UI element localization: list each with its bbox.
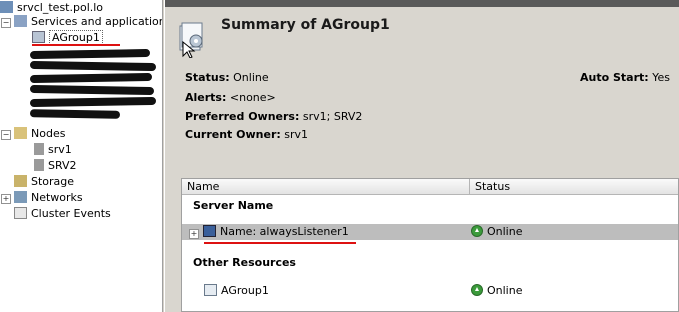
annotation-underline-resource	[204, 242, 356, 244]
preferred-owners-value: srv1; SRV2	[302, 110, 363, 123]
server-row-name: Name: alwaysListener1	[220, 225, 349, 238]
column-header-status[interactable]: Status	[470, 179, 678, 195]
group-summary-icon	[179, 22, 203, 58]
other-row-status-label: Online	[487, 284, 523, 297]
tree-item-node-label: SRV2	[48, 159, 77, 172]
tree-item-nodes-label: Nodes	[31, 127, 66, 140]
tree-item-events-label: Cluster Events	[31, 207, 111, 220]
server-icon	[34, 143, 44, 155]
section-server-name: Server Name	[193, 199, 274, 212]
online-up-arrow-icon	[471, 284, 483, 296]
events-icon	[14, 207, 27, 219]
page-title: Summary of AGroup1	[221, 17, 390, 33]
redacted-item	[29, 72, 153, 84]
resource-icon	[204, 284, 217, 296]
cluster-icon	[0, 1, 13, 13]
server-icon	[34, 159, 44, 171]
current-owner-value: srv1	[284, 128, 309, 141]
status-value: Online	[233, 71, 269, 84]
other-row-status: Online	[471, 283, 522, 299]
resources-grid: Name Status Server Name + Name: alwaysLis…	[181, 178, 679, 312]
preferred-owners-property: Preferred Owners: srv1; SRV2	[185, 110, 362, 123]
group-icon	[32, 31, 45, 43]
redacted-item	[29, 109, 121, 119]
tree-item-services-label: Services and applications	[31, 15, 162, 28]
navigation-tree: srvcl_test.pol.lo − Services and applica…	[0, 0, 162, 312]
storage-icon	[14, 175, 27, 187]
tree-item-node-label: srv1	[48, 143, 72, 156]
networks-icon	[14, 191, 27, 203]
tree-item-node[interactable]: srv1	[34, 142, 72, 158]
alerts-property: Alerts: <none>	[185, 91, 276, 104]
alerts-value[interactable]: <none>	[230, 91, 276, 104]
redacted-item	[29, 96, 157, 108]
tree-item-agroup1-label: AGroup1	[49, 30, 103, 45]
server-row-status-label: Online	[487, 225, 523, 238]
network-name-icon	[203, 225, 216, 237]
redacted-item	[29, 84, 155, 96]
current-owner-property: Current Owner: srv1	[185, 128, 308, 141]
alerts-key: Alerts:	[185, 91, 227, 104]
column-header-name[interactable]: Name	[182, 179, 470, 195]
tree-item-cluster-label: srvcl_test.pol.lo	[17, 1, 104, 14]
section-other-resources: Other Resources	[193, 256, 296, 269]
tree-item-networks-label: Networks	[31, 191, 83, 204]
online-up-arrow-icon	[471, 225, 483, 237]
table-row[interactable]: AGroup1	[204, 283, 269, 299]
pane-title-strip	[165, 0, 679, 7]
tree-item-node[interactable]: SRV2	[34, 158, 77, 174]
expand-services-icon[interactable]: −	[1, 18, 11, 28]
other-row-name: AGroup1	[221, 284, 269, 297]
tree-item-events[interactable]: Cluster Events	[14, 206, 111, 222]
redacted-item	[29, 60, 157, 72]
redacted-item	[29, 48, 151, 60]
tree-item-nodes[interactable]: Nodes	[14, 126, 65, 142]
autostart-key: Auto Start:	[580, 71, 649, 84]
server-row-status: Online	[471, 224, 522, 240]
status-key: Status:	[185, 71, 230, 84]
annotation-underline-tree	[32, 44, 120, 46]
table-row[interactable]: + Name: alwaysListener1	[189, 224, 349, 240]
autostart-value: Yes	[652, 71, 670, 84]
status-property: Status: Online	[185, 71, 269, 84]
tree-item-storage[interactable]: Storage	[14, 174, 74, 190]
expand-networks-icon[interactable]: +	[1, 194, 11, 204]
current-owner-key: Current Owner:	[185, 128, 281, 141]
summary-pane: Summary of AGroup1 Status: Online Auto S…	[165, 0, 679, 312]
autostart-property: Auto Start: Yes	[580, 71, 670, 84]
expand-nodes-icon[interactable]: −	[1, 130, 11, 140]
tree-item-storage-label: Storage	[31, 175, 75, 188]
tree-item-services[interactable]: Services and applications	[14, 14, 162, 30]
expand-row-icon[interactable]: +	[189, 229, 199, 239]
preferred-owners-key: Preferred Owners:	[185, 110, 300, 123]
services-folder-icon	[14, 15, 27, 27]
tree-item-networks[interactable]: Networks	[14, 190, 83, 206]
nodes-icon	[14, 127, 27, 139]
